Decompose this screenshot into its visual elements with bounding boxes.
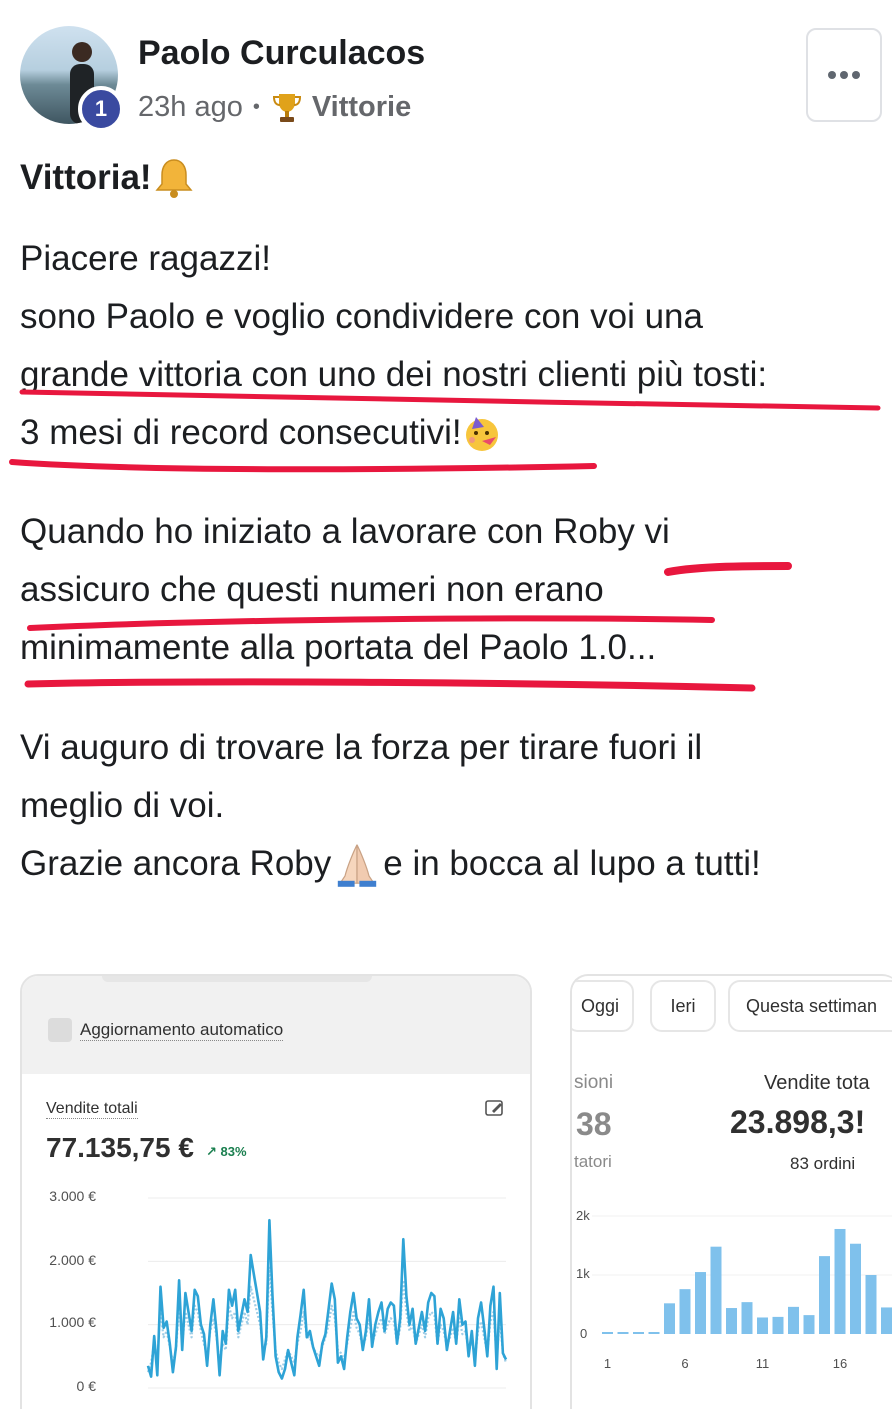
bar	[819, 1256, 830, 1334]
post-title: Vittoria!	[20, 156, 194, 200]
paragraph-line: 3 mesi di record consecutivi!	[20, 404, 767, 462]
post-header: 1 Paolo Curculacos 23h ago • Vittorie	[0, 0, 892, 140]
bar	[648, 1332, 660, 1334]
bar	[741, 1302, 753, 1334]
bell-icon	[154, 159, 193, 198]
post-time[interactable]: 23h ago	[138, 91, 243, 124]
folded-hands-icon	[338, 844, 377, 887]
sales-screenshot-left: Aggiornamento automatico Vendite totali …	[20, 974, 532, 1409]
paragraph-line: Quando ho iniziato a lavorare con Roby v…	[20, 512, 670, 551]
bar	[695, 1272, 706, 1334]
underline-stroke	[664, 562, 792, 576]
more-dots-icon	[828, 71, 860, 79]
paragraph-line: assicuro che questi numeri non erano	[20, 570, 604, 609]
post-title-text: Vittoria!	[20, 158, 152, 197]
bar	[850, 1243, 861, 1334]
bar	[788, 1306, 799, 1334]
level-badge: 1	[78, 86, 124, 132]
paragraph-1: Piacere ragazzi! sono Paolo e voglio con…	[20, 230, 767, 462]
author-name[interactable]: Paolo Curculacos	[138, 34, 425, 73]
paragraph-line: Grazie ancora Roby e in bocca al lupo a …	[20, 835, 761, 893]
paragraph-line: meglio di voi.	[20, 786, 225, 825]
x-tick-label: 11	[756, 1356, 770, 1371]
bar	[726, 1308, 737, 1334]
post-meta: 23h ago • Vittorie	[138, 90, 411, 124]
more-options-button[interactable]	[806, 28, 882, 122]
trophy-icon	[272, 94, 301, 122]
paragraph-line: sono Paolo e voglio condividere con voi …	[20, 297, 703, 336]
underline-stroke	[9, 459, 597, 473]
bar	[865, 1275, 877, 1334]
bar	[617, 1332, 629, 1334]
bar	[664, 1303, 675, 1334]
sales-line-chart	[146, 1197, 508, 1389]
paragraph-line-text: 3 mesi di record consecutivi!	[20, 413, 462, 452]
underline-stroke	[24, 678, 756, 692]
sales-series-line	[146, 1218, 508, 1380]
paragraph-line: Piacere ragazzi!	[20, 239, 271, 278]
paragraph-line: minimamente alla portata del Paolo 1.0..…	[20, 628, 657, 667]
paragraph-2: Quando ho iniziato a lavorare con Roby v…	[20, 503, 670, 677]
meta-separator: •	[252, 95, 260, 118]
bar	[881, 1307, 892, 1334]
bar	[834, 1228, 846, 1334]
paragraph-line-text: e in bocca al lupo a tutti!	[383, 844, 761, 883]
bar	[602, 1332, 613, 1334]
sales-screenshot-right: Oggi Ieri Questa settiman sioni 38 tator…	[570, 974, 892, 1409]
bar	[710, 1246, 722, 1334]
paragraph-line: grande vittoria con uno dei nostri clien…	[20, 355, 768, 394]
bar	[633, 1332, 644, 1334]
paragraph-3: Vi auguro di trovare la forza per tirare…	[20, 719, 761, 893]
bar	[679, 1289, 691, 1334]
sales-bar-chart: 1 6 11 16	[592, 1215, 892, 1371]
bar	[803, 1315, 815, 1334]
party-face-icon	[465, 417, 498, 451]
x-tick-label: 16	[833, 1356, 847, 1371]
post-category[interactable]: Vittorie	[312, 91, 411, 124]
x-tick-label: 6	[681, 1356, 688, 1371]
x-tick-label: 1	[604, 1356, 611, 1371]
paragraph-line: Vi auguro di trovare la forza per tirare…	[20, 728, 703, 767]
paragraph-line-text: Grazie ancora Roby	[20, 844, 332, 883]
bar	[772, 1316, 784, 1334]
bar	[757, 1317, 768, 1334]
